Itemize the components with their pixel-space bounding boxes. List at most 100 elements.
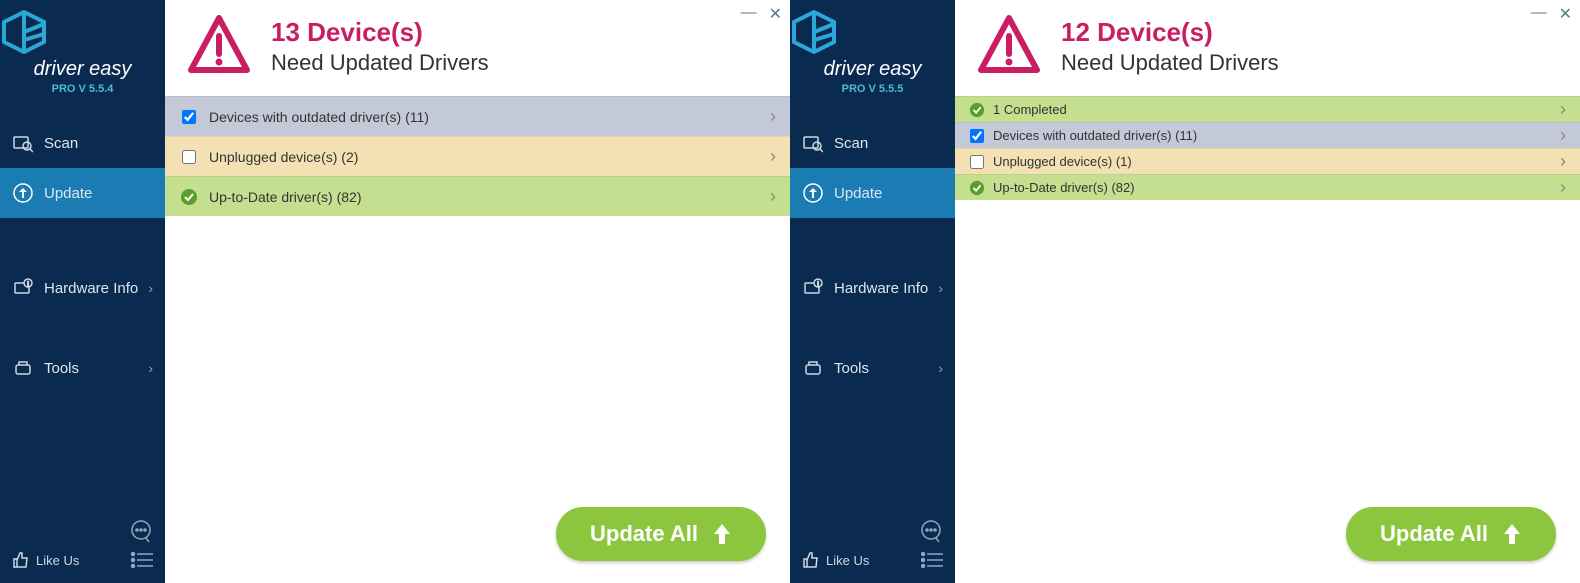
warning-icon	[185, 12, 253, 80]
hardware-icon: i	[802, 277, 824, 299]
chevron-right-icon: ›	[1560, 99, 1566, 120]
header-text: 13 Device(s) Need Updated Drivers	[271, 17, 489, 76]
window-controls: — ✕	[1531, 4, 1572, 24]
device-count: 12 Device(s)	[1061, 17, 1279, 48]
chevron-right-icon: ›	[770, 146, 776, 167]
chevron-right-icon: ›	[1560, 125, 1566, 146]
like-us-button[interactable]: Like Us	[12, 551, 79, 569]
like-us-button[interactable]: Like Us	[802, 551, 869, 569]
update-all-button[interactable]: Update All	[556, 507, 766, 561]
app-window-1: driver easy PRO V 5.5.4 Scan Update i Ha…	[0, 0, 790, 583]
nav-label: Scan	[834, 135, 868, 152]
checkbox-icon[interactable]	[969, 128, 985, 144]
nav-label: Scan	[44, 135, 78, 152]
category-label: 1 Completed	[993, 102, 1067, 117]
main-panel: — ✕ 13 Device(s) Need Updated Drivers De…	[165, 0, 790, 583]
check-circle-icon	[969, 102, 985, 118]
like-label: Like Us	[826, 553, 869, 568]
svg-text:i: i	[817, 282, 818, 288]
category-unplugged[interactable]: Unplugged device(s) (2) ›	[165, 136, 790, 176]
check-circle-icon	[179, 187, 199, 207]
logo-icon	[790, 10, 955, 54]
header: 12 Device(s) Need Updated Drivers	[955, 0, 1580, 96]
chevron-right-icon: ›	[938, 360, 943, 376]
header-subtitle: Need Updated Drivers	[271, 50, 489, 76]
logo-area: driver easy PRO V 5.5.5	[790, 0, 955, 103]
nav-label: Hardware Info	[834, 280, 928, 297]
nav-update[interactable]: Update	[790, 168, 955, 218]
nav-update[interactable]: Update	[0, 168, 165, 218]
category-outdated[interactable]: Devices with outdated driver(s) (11) ›	[165, 96, 790, 136]
arrow-up-icon	[712, 522, 732, 546]
update-all-label: Update All	[1380, 521, 1488, 547]
update-all-button[interactable]: Update All	[1346, 507, 1556, 561]
nav: Scan Update i Hardware Info › Tools ›	[0, 118, 165, 393]
category-label: Up-to-Date driver(s) (82)	[209, 189, 361, 205]
close-button[interactable]: ✕	[769, 4, 782, 24]
chevron-right-icon: ›	[148, 360, 153, 376]
window-controls: — ✕	[741, 4, 782, 24]
category-unplugged[interactable]: Unplugged device(s) (1) ›	[955, 148, 1580, 174]
update-all-label: Update All	[590, 521, 698, 547]
svg-text:i: i	[27, 282, 28, 288]
nav-label: Update	[44, 185, 92, 202]
scan-icon	[802, 132, 824, 154]
version-label: PRO V 5.5.5	[790, 83, 955, 95]
thumbs-up-icon	[802, 551, 820, 569]
sidebar: driver easy PRO V 5.5.4 Scan Update i Ha…	[0, 0, 165, 583]
hardware-icon: i	[12, 277, 34, 299]
nav-tools[interactable]: Tools ›	[0, 343, 165, 393]
nav-label: Tools	[44, 360, 79, 377]
nav-hardware[interactable]: i Hardware Info ›	[0, 263, 165, 313]
update-icon	[12, 182, 34, 204]
header-subtitle: Need Updated Drivers	[1061, 50, 1279, 76]
category-outdated[interactable]: Devices with outdated driver(s) (11) ›	[955, 122, 1580, 148]
category-uptodate[interactable]: Up-to-Date driver(s) (82) ›	[955, 174, 1580, 200]
chevron-right-icon: ›	[148, 280, 153, 296]
version-label: PRO V 5.5.4	[0, 83, 165, 95]
nav-scan[interactable]: Scan	[790, 118, 955, 168]
nav-hardware[interactable]: i Hardware Info ›	[790, 263, 955, 313]
tools-icon	[802, 357, 824, 379]
nav-label: Update	[834, 185, 882, 202]
category-label: Devices with outdated driver(s) (11)	[993, 128, 1197, 143]
app-window-2: driver easy PRO V 5.5.5 Scan Update i Ha…	[790, 0, 1580, 583]
arrow-up-icon	[1502, 522, 1522, 546]
brand-name: driver easy	[790, 58, 955, 81]
category-label: Unplugged device(s) (2)	[209, 149, 358, 165]
like-label: Like Us	[36, 553, 79, 568]
header-text: 12 Device(s) Need Updated Drivers	[1061, 17, 1279, 76]
category-list: 1 Completed › Devices with outdated driv…	[955, 96, 1580, 200]
category-uptodate[interactable]: Up-to-Date driver(s) (82) ›	[165, 176, 790, 216]
chevron-right-icon: ›	[1560, 177, 1566, 198]
footer: Update All	[165, 491, 790, 583]
chat-icon[interactable]	[919, 519, 943, 543]
close-button[interactable]: ✕	[1559, 4, 1572, 24]
category-label: Devices with outdated driver(s) (11)	[209, 109, 429, 125]
thumbs-up-icon	[12, 551, 30, 569]
chevron-right-icon: ›	[938, 280, 943, 296]
sidebar-bottom: Like Us	[790, 509, 955, 583]
chat-icon[interactable]	[129, 519, 153, 543]
nav: Scan Update i Hardware Info › Tools ›	[790, 118, 955, 393]
category-completed[interactable]: 1 Completed ›	[955, 96, 1580, 122]
menu-icon[interactable]	[921, 552, 943, 568]
checkbox-icon[interactable]	[179, 147, 199, 167]
header: 13 Device(s) Need Updated Drivers	[165, 0, 790, 96]
tools-icon	[12, 357, 34, 379]
nav-scan[interactable]: Scan	[0, 118, 165, 168]
minimize-button[interactable]: —	[741, 4, 757, 24]
nav-tools[interactable]: Tools ›	[790, 343, 955, 393]
scan-icon	[12, 132, 34, 154]
category-label: Up-to-Date driver(s) (82)	[993, 180, 1135, 195]
logo-icon	[0, 10, 165, 54]
menu-icon[interactable]	[131, 552, 153, 568]
device-count: 13 Device(s)	[271, 17, 489, 48]
warning-icon	[975, 12, 1043, 80]
main-panel: — ✕ 12 Device(s) Need Updated Drivers 1 …	[955, 0, 1580, 583]
checkbox-icon[interactable]	[179, 107, 199, 127]
logo-area: driver easy PRO V 5.5.4	[0, 0, 165, 103]
update-icon	[802, 182, 824, 204]
checkbox-icon[interactable]	[969, 154, 985, 170]
minimize-button[interactable]: —	[1531, 4, 1547, 24]
